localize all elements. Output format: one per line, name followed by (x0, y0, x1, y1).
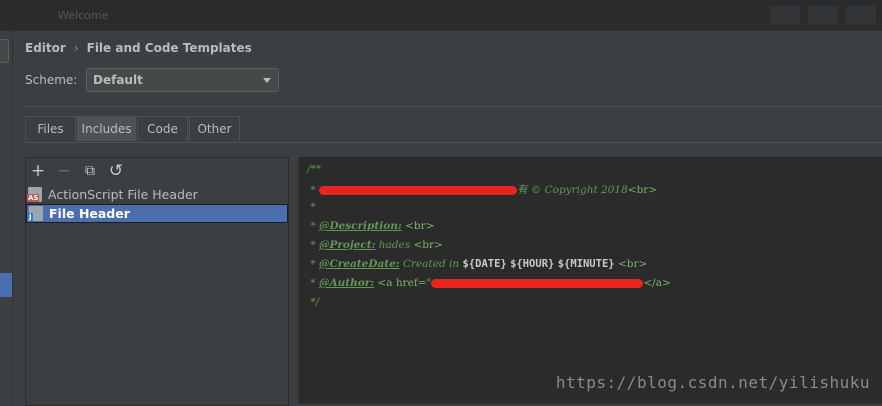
code-line: * 有 © Copyright 2018<br> (307, 182, 657, 197)
code-line: * @CreateDate: Created in ${DATE} ${HOUR… (307, 258, 647, 270)
tab-other-label: Other (197, 122, 232, 136)
template-list-panel: + − ⧉ ↺ AS ActionScript File Header J Fi… (25, 157, 289, 406)
template-toolbar: + − ⧉ ↺ (26, 158, 288, 184)
scheme-dropdown[interactable]: Default (86, 68, 279, 92)
code-text: * (307, 258, 319, 270)
breadcrumb-separator: › (73, 41, 79, 55)
add-icon[interactable]: + (29, 162, 47, 180)
actionscript-file-icon: AS (27, 187, 42, 202)
template-variable: ${HOUR} (510, 258, 555, 270)
template-tabs: Files Includes Code Other (25, 116, 241, 142)
list-item-actionscript-file-header[interactable]: AS ActionScript File Header (26, 185, 288, 204)
breadcrumb-editor[interactable]: Editor (25, 41, 66, 55)
titlebar-button[interactable] (808, 6, 838, 24)
tab-includes-label: Includes (81, 122, 132, 136)
file-icon-badge: J (28, 213, 33, 221)
code-html-tag: </a> (643, 277, 671, 289)
code-text: * (307, 184, 319, 196)
list-item-label: File Header (49, 206, 130, 221)
breadcrumb: Editor › File and Code Templates (25, 41, 252, 55)
file-icon-badge: AS (27, 194, 40, 202)
scheme-value: Default (93, 73, 143, 87)
breadcrumb-current: File and Code Templates (86, 41, 252, 55)
list-item-label: ActionScript File Header (48, 187, 198, 202)
watermark: https://blog.csdn.net/yilishuku (555, 373, 870, 392)
settings-content: Editor › File and Code Templates Scheme: D… (13, 31, 882, 406)
template-variable: ${DATE} (462, 258, 507, 270)
code-text: */ (307, 296, 320, 308)
code-text: * (307, 201, 316, 213)
chevron-down-icon (263, 78, 271, 83)
code-text: * (307, 220, 319, 232)
redaction-mark (431, 278, 644, 288)
tab-includes[interactable]: Includes (77, 116, 136, 141)
code-line: * (307, 201, 316, 213)
window-title: Welcome (58, 9, 109, 22)
tab-code[interactable]: Code (137, 116, 188, 141)
code-line: * @Description: <br> (307, 220, 434, 232)
titlebar-button[interactable] (770, 6, 800, 24)
divider (25, 106, 882, 107)
code-html-tag: <br> (614, 258, 648, 270)
remove-icon[interactable]: − (55, 162, 73, 180)
tab-code-label: Code (147, 122, 178, 136)
code-text: * (307, 239, 319, 251)
tab-files[interactable]: Files (25, 116, 76, 141)
code-line: * @Project: hades <br> (307, 239, 443, 251)
redaction-mark (318, 185, 517, 195)
code-line: */ (307, 296, 319, 308)
javadoc-tag: @Author: (318, 277, 375, 289)
code-html-tag: <a href=" (374, 277, 432, 289)
code-html-tag: <br> (401, 220, 435, 232)
template-variable: ${MINUTE} (557, 258, 615, 270)
javadoc-tag: @Description: (318, 220, 402, 232)
titlebar-button[interactable] (846, 6, 876, 24)
code-html-tag: <br> (413, 239, 443, 251)
tab-files-label: Files (37, 122, 64, 136)
settings-search-input[interactable] (0, 39, 9, 63)
settings-tree-panel (0, 31, 13, 404)
javadoc-tag: @Project: (318, 239, 376, 251)
code-line: /** (307, 163, 321, 175)
reset-icon[interactable]: ↺ (107, 162, 125, 180)
code-text: hades (375, 239, 414, 251)
code-html-tag: <br> (627, 184, 658, 196)
list-item-file-header[interactable]: J File Header (26, 204, 288, 223)
copy-icon[interactable]: ⧉ (81, 162, 99, 180)
code-line: * @Author: <a href=" </a> (307, 277, 671, 289)
code-text: 有 © Copyright 2018 (516, 184, 628, 196)
code-text: Created in (399, 258, 463, 270)
code-text: /** (307, 163, 322, 175)
code-text: * (307, 277, 319, 289)
window-titlebar: Welcome (0, 0, 882, 31)
template-code-editor[interactable]: /** * 有 © Copyright 2018<br> * * @Descri… (298, 157, 882, 404)
javadoc-tag: @CreateDate: (318, 258, 400, 270)
template-list: AS ActionScript File Header J File Heade… (26, 185, 288, 223)
tab-other[interactable]: Other (189, 116, 240, 141)
scheme-label: Scheme: (25, 73, 78, 87)
tabs-underline (25, 142, 882, 143)
settings-tree-selected-item[interactable] (0, 273, 12, 297)
java-file-icon: J (28, 206, 43, 221)
